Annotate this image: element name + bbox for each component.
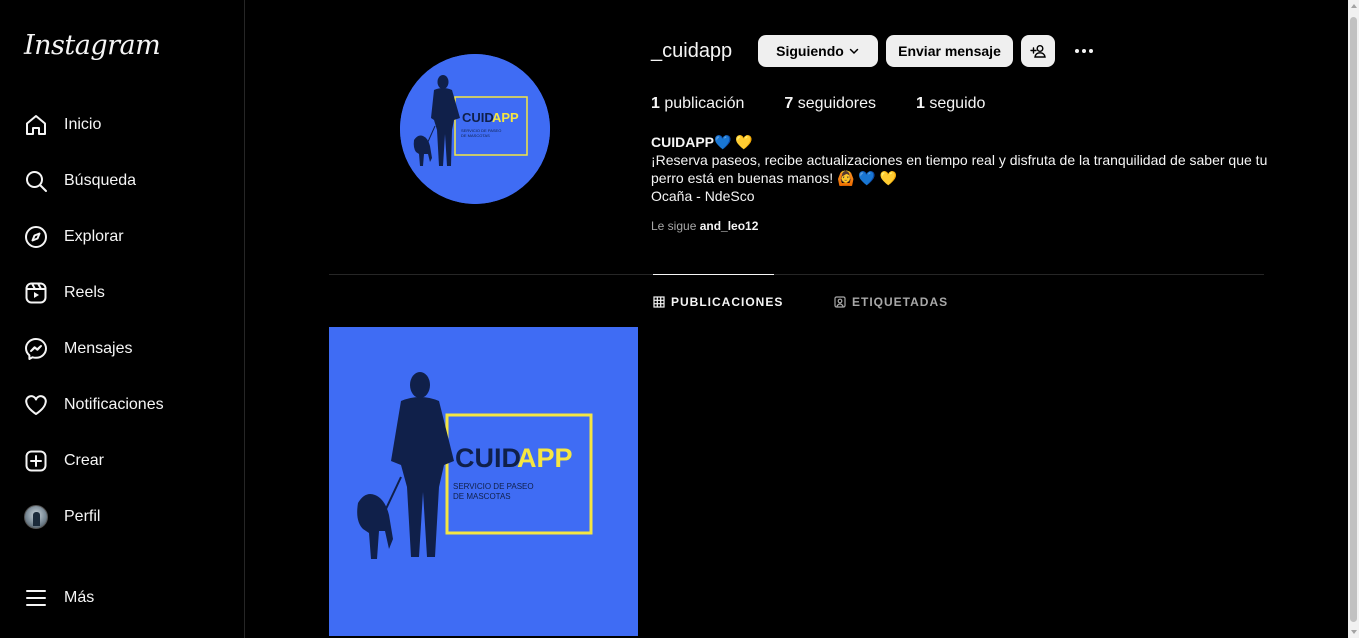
followers-link[interactable]: 7 seguidores (784, 95, 876, 113)
sidebar: Instagram Inicio Búsqueda Explorar Reels… (0, 0, 245, 638)
chevron-down-icon (848, 45, 860, 57)
post-brand-sub-1: SERVICIO DE PASEO (453, 482, 534, 491)
sidebar-item-label: Más (64, 589, 95, 606)
sidebar-item-more[interactable]: Más (12, 574, 232, 622)
profile-avatar-icon (24, 505, 48, 529)
post-thumbnail[interactable]: CUID APP SERVICIO DE PASEO DE MASCOTAS (329, 327, 638, 636)
send-message-label: Enviar mensaje (898, 43, 1001, 59)
profile-main: CUID APP SERVICIO DE PASEO DE MASCOTAS _… (245, 0, 1348, 638)
active-tab-indicator (653, 274, 774, 275)
grid-icon (653, 296, 665, 308)
bio-name: CUIDAPP💙 💛 (651, 134, 753, 150)
post-brand-a: CUID (455, 443, 521, 473)
more-options-icon[interactable] (1071, 38, 1097, 64)
following-button[interactable]: Siguiendo (758, 35, 878, 67)
post-brand-sub-2: DE MASCOTAS (453, 492, 511, 501)
compass-icon (24, 225, 48, 249)
sidebar-item-label: Crear (64, 452, 105, 469)
instagram-logo[interactable]: Instagram (24, 30, 161, 61)
avatar-brand-sub-2: DE MASCOTAS (461, 133, 490, 138)
sidebar-item-label: Inicio (64, 116, 102, 133)
sidebar-item-profile[interactable]: Perfil (12, 493, 232, 541)
home-icon (24, 113, 48, 137)
sidebar-item-label: Reels (64, 284, 105, 301)
profile-stats: 1 publicación 7 seguidores 1 seguido (651, 95, 1025, 113)
scroll-down-arrow-icon[interactable] (1351, 630, 1357, 634)
search-icon (24, 169, 48, 193)
plus-square-icon (24, 449, 48, 473)
sidebar-item-label: Mensajes (64, 340, 133, 357)
posts-count: 1 publicación (651, 95, 745, 112)
sidebar-item-home[interactable]: Inicio (12, 101, 232, 149)
profile-bio: CUIDAPP💙 💛 ¡Reserva paseos, recibe actua… (651, 133, 1271, 205)
messenger-icon (24, 337, 48, 361)
following-link[interactable]: 1 seguido (916, 95, 985, 113)
hamburger-icon (24, 586, 48, 610)
following-button-label: Siguiendo (776, 43, 844, 59)
scrollbar-thumb[interactable] (1350, 17, 1357, 622)
sidebar-item-label: Explorar (64, 228, 124, 245)
avatar (24, 505, 48, 529)
profile-picture[interactable]: CUID APP SERVICIO DE PASEO DE MASCOTAS (400, 54, 550, 204)
sidebar-item-reels[interactable]: Reels (12, 269, 232, 317)
sidebar-item-label: Perfil (64, 508, 101, 525)
bio-location: Ocaña - NdeSco (651, 188, 755, 204)
sidebar-item-create[interactable]: Crear (12, 437, 232, 485)
send-message-button[interactable]: Enviar mensaje (886, 35, 1013, 67)
bio-text: ¡Reserva paseos, recibe actualizaciones … (651, 152, 1268, 186)
reels-icon (24, 281, 48, 305)
page-scrollbar[interactable] (1348, 0, 1359, 638)
tagged-icon (834, 296, 846, 308)
add-person-icon (1030, 43, 1046, 59)
sidebar-item-label: Notificaciones (64, 396, 164, 413)
tab-tagged[interactable]: ETIQUETADAS (834, 295, 948, 309)
profile-username: _cuidapp (651, 40, 733, 62)
sidebar-item-explore[interactable]: Explorar (12, 213, 232, 261)
followed-by[interactable]: Le sigue and_leo12 (651, 219, 758, 233)
post-brand-b: APP (517, 443, 573, 473)
sidebar-item-search[interactable]: Búsqueda (12, 157, 232, 205)
tab-posts[interactable]: PUBLICACIONES (653, 295, 783, 309)
followed-by-user[interactable]: and_leo12 (700, 219, 759, 233)
suggested-users-button[interactable] (1021, 35, 1055, 67)
tabs-divider (329, 274, 1264, 275)
sidebar-item-messages[interactable]: Mensajes (12, 325, 232, 373)
sidebar-item-label: Búsqueda (64, 172, 137, 189)
sidebar-item-notifications[interactable]: Notificaciones (12, 381, 232, 429)
avatar-brand-b: APP (492, 110, 519, 125)
heart-icon (24, 393, 48, 417)
avatar-brand-a: CUID (462, 110, 494, 125)
scroll-up-arrow-icon[interactable] (1351, 4, 1357, 8)
